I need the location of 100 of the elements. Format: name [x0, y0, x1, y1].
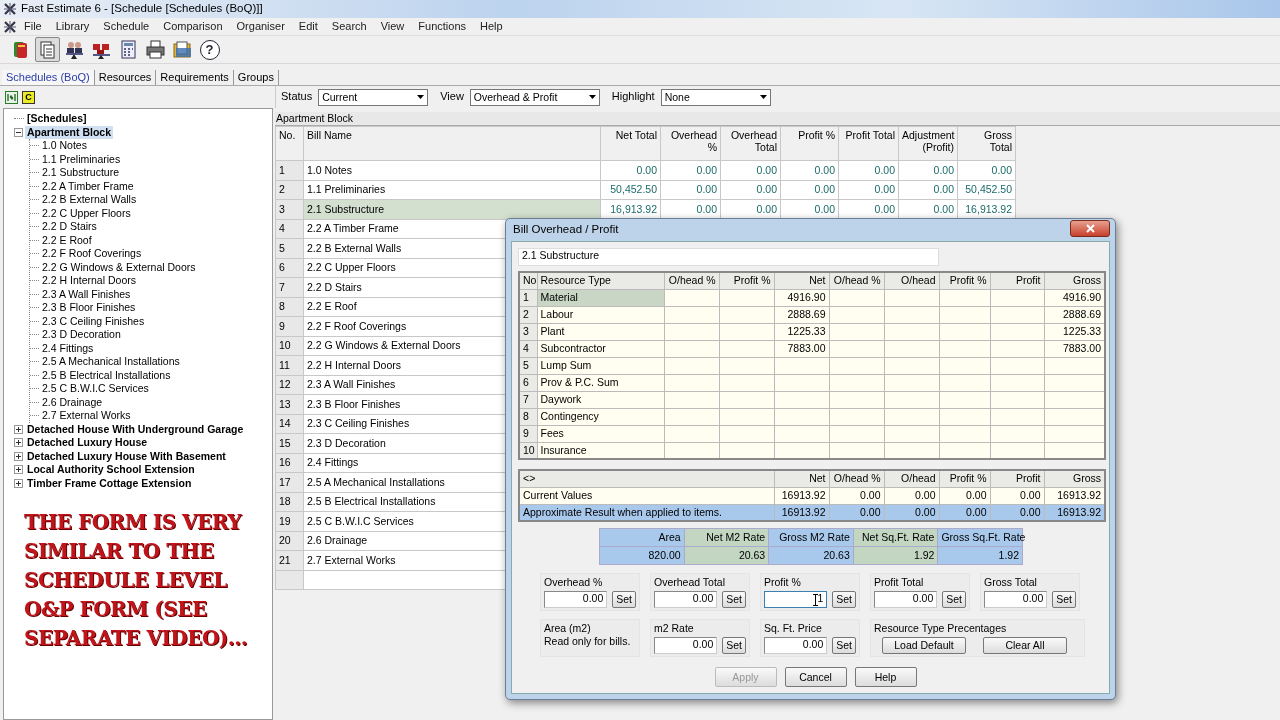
set-button[interactable]: Set [722, 590, 746, 608]
tree-item[interactable]: 1.1 Preliminaries [40, 152, 123, 166]
filter-label: Status [281, 90, 313, 104]
tree-item[interactable]: 2.7 External Works [40, 409, 133, 423]
close-button[interactable] [1070, 219, 1110, 237]
printer-icon [145, 39, 166, 60]
row-number: 17 [275, 472, 304, 492]
tree-item[interactable]: 2.2 B External Walls [40, 193, 139, 207]
menu-item[interactable]: Functions [411, 19, 474, 34]
tree-item[interactable]: Local Authority School Extension [25, 463, 197, 477]
field-label: Resource Type Precentages [874, 622, 1008, 635]
set-button[interactable]: Set [832, 590, 856, 608]
expand-icon[interactable] [14, 465, 23, 475]
set-button[interactable]: Set [832, 636, 856, 654]
tree-item[interactable]: 2.2 C Upper Floors [40, 206, 133, 220]
menu-item[interactable]: Organiser [229, 19, 292, 34]
input-field[interactable]: 0.00 [874, 590, 938, 608]
tree-item[interactable]: 2.3 A Wall Finishes [40, 287, 133, 301]
tree-item[interactable]: 2.5 B Electrical Installations [40, 368, 173, 382]
menu-item[interactable]: Help [473, 19, 510, 34]
set-button[interactable]: Set [942, 590, 966, 608]
tree-item[interactable]: 2.5 C B.W.I.C Services [40, 382, 151, 396]
input-field[interactable]: 0.00 [654, 590, 718, 608]
dropdown-arrow-icon [417, 95, 425, 99]
dropdown[interactable]: Overhead & Profit [469, 88, 600, 106]
clear-all-button[interactable]: Clear All [983, 636, 1067, 654]
tree-item[interactable]: 2.2 G Windows & External Doors [40, 260, 198, 274]
bill-name-field[interactable]: 2.1 Substructure [518, 248, 939, 266]
tree-item[interactable]: 1.0 Notes [40, 139, 89, 153]
tree-item[interactable]: 2.5 A Mechanical Installations [40, 355, 182, 369]
menu-item[interactable]: Schedule [96, 19, 157, 34]
tree-item[interactable]: Apartment Block [25, 125, 113, 139]
tree-item[interactable]: 2.3 B Floor Finishes [40, 301, 138, 315]
menu-item[interactable]: Comparison [156, 19, 230, 34]
expand-icon[interactable] [14, 424, 23, 434]
table-cell[interactable]: 1.1 Preliminaries [303, 180, 601, 200]
column-header: O/head % [664, 272, 719, 289]
table-cell: 0.00 [720, 160, 781, 180]
collapse-icon[interactable] [14, 127, 23, 137]
set-button[interactable]: Set [722, 636, 746, 654]
expand-collapse-icon[interactable] [5, 90, 18, 104]
tree-item[interactable]: Timber Frame Cottage Extension [25, 476, 194, 490]
dialog-button[interactable]: Cancel [784, 667, 847, 687]
input-field[interactable]: 0.00 [984, 590, 1048, 608]
input-field[interactable]: 0.00 [544, 590, 608, 608]
table-cell[interactable]: 1.0 Notes [303, 160, 601, 180]
printer-button[interactable] [143, 37, 168, 62]
row-number: 14 [275, 414, 304, 434]
menu-item[interactable]: View [373, 19, 412, 34]
expand-icon[interactable] [14, 451, 23, 461]
row-number: 13 [275, 394, 304, 414]
row-number: 15 [275, 433, 304, 453]
expand-icon[interactable] [14, 478, 23, 488]
tree-item[interactable]: 2.2 E Roof [40, 233, 94, 247]
tree-item[interactable]: 2.1 Substructure [40, 166, 122, 180]
input-field[interactable]: 1 [764, 590, 828, 608]
tree-item[interactable]: 2.2 F Roof Coverings [40, 247, 144, 261]
column-header: Gross [1044, 272, 1105, 289]
row-number: 1 [275, 160, 304, 180]
table-cell: 0.00 [957, 160, 1016, 180]
tree-item[interactable]: Detached House With Underground Garage [25, 422, 246, 436]
tree-item[interactable]: 2.6 Drainage [40, 395, 105, 409]
dropdown[interactable]: Current [318, 88, 429, 106]
tree-item[interactable]: 2.2 A Timber Frame [40, 179, 136, 193]
menu-item[interactable]: Edit [291, 19, 325, 34]
tree-item[interactable]: 2.4 Fittings [40, 341, 96, 355]
expand-icon[interactable] [14, 438, 23, 448]
tree-item[interactable]: Detached Luxury House [25, 436, 150, 450]
field-label: Area (m2) [544, 622, 592, 635]
note-text: Read only for bills. [544, 634, 632, 648]
tree-item[interactable]: 2.2 H Internal Doors [40, 274, 138, 288]
app-menu-icon[interactable] [3, 19, 17, 34]
field-label: Profit % [764, 576, 802, 589]
set-button[interactable]: Set [612, 590, 636, 608]
letter-button[interactable]: C [22, 90, 35, 104]
tree-item[interactable]: Detached Luxury House With Basement [25, 449, 228, 463]
row-number: 7 [275, 277, 304, 297]
menu-item[interactable]: Library [48, 19, 97, 34]
row-number: 9 [275, 316, 304, 336]
row-number: 20 [275, 531, 304, 551]
tree-item[interactable]: 2.3 D Decoration [40, 328, 123, 342]
column-header: Profit % [719, 272, 774, 289]
menu-item[interactable]: File [17, 19, 49, 34]
grid-caption: Apartment Block [275, 112, 1280, 126]
menu-item[interactable]: Search [324, 19, 374, 34]
row-number: 10 [275, 336, 304, 356]
document-button[interactable] [35, 37, 60, 62]
input-field[interactable]: 0.00 [654, 636, 718, 654]
row-number: 6 [275, 258, 304, 278]
tree-item[interactable]: 2.3 C Ceiling Finishes [40, 314, 147, 328]
dropdown[interactable]: None [660, 88, 771, 106]
load-default-button[interactable]: Load Default [882, 636, 966, 654]
row-number: 5 [275, 238, 304, 258]
tree-item[interactable]: 2.2 D Stairs [40, 220, 99, 234]
dialog-button[interactable]: Help [854, 667, 917, 687]
tab[interactable]: Schedules (BoQ) [2, 69, 95, 85]
input-field[interactable]: 0.00 [764, 636, 828, 654]
set-button[interactable]: Set [1052, 590, 1076, 608]
tree-item[interactable]: [Schedules] [25, 112, 89, 126]
table-cell: 0.00 [660, 160, 721, 180]
